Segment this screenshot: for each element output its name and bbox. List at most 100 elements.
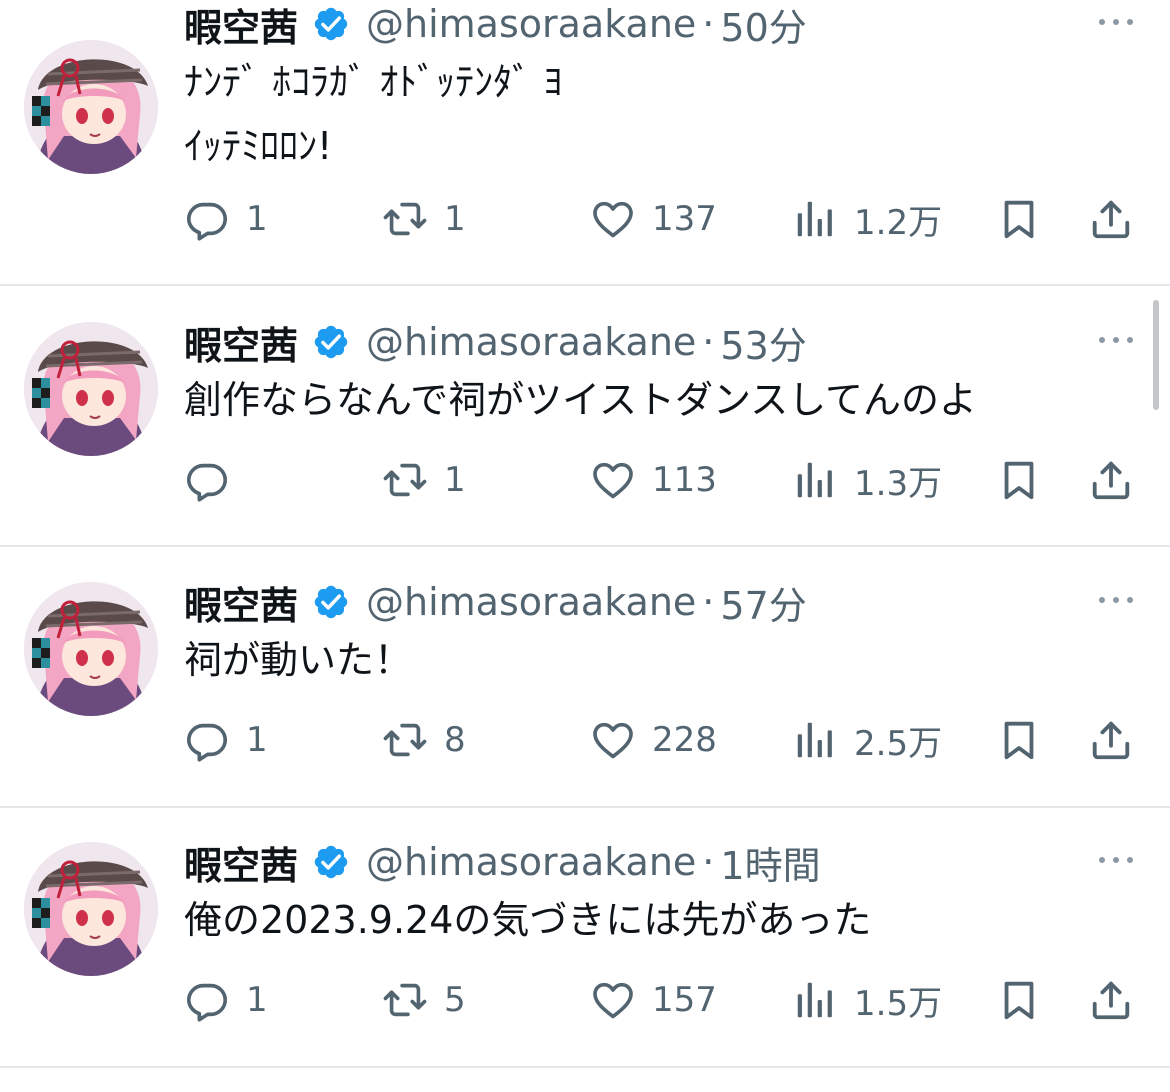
separator-dot: · <box>702 840 715 884</box>
avatar[interactable] <box>24 582 158 716</box>
views-button[interactable]: 1.2万 <box>792 193 942 245</box>
retweet-button[interactable]: 5 <box>382 974 466 1026</box>
bookmark-button[interactable] <box>996 454 1042 506</box>
view-count: 1.2万 <box>854 202 943 243</box>
share-icon <box>1092 721 1130 760</box>
reply-button[interactable]: 1 <box>184 714 268 766</box>
like-count: 113 <box>652 460 717 500</box>
reply-icon <box>186 202 228 241</box>
display-name[interactable]: 暇空茜 <box>184 835 298 890</box>
reply-icon <box>186 983 228 1022</box>
share-button[interactable] <box>1088 454 1134 506</box>
timestamp[interactable]: 53分 <box>720 315 806 370</box>
view-count: 1.3万 <box>854 463 943 504</box>
share-button[interactable] <box>1088 714 1134 766</box>
tweet-text-line: ｲｯﾃﾐﾛﾛﾝ! <box>184 124 333 168</box>
tweet[interactable]: 暇空茜 @himasoraakane · 53分 創作ならなんで祠がツイストダン… <box>0 318 1170 546</box>
more-icon[interactable] <box>1092 328 1140 352</box>
view-count: 1.5万 <box>854 983 943 1024</box>
retweet-icon <box>383 463 427 497</box>
reply-button[interactable] <box>184 454 246 506</box>
divider <box>0 545 1170 547</box>
views-icon <box>797 462 832 498</box>
bookmark-button[interactable] <box>996 714 1042 766</box>
share-button[interactable] <box>1088 193 1134 245</box>
separator-dot: · <box>702 580 715 624</box>
like-count: 157 <box>652 980 717 1020</box>
handle[interactable]: @himasoraakane <box>366 2 696 46</box>
like-count: 228 <box>652 720 717 760</box>
retweet-icon <box>383 202 427 236</box>
reply-button[interactable]: 1 <box>184 193 268 245</box>
tweet-text: 祠が動いた！ <box>184 628 412 692</box>
display-name[interactable]: 暇空茜 <box>184 315 298 370</box>
scrollbar[interactable] <box>1153 300 1159 410</box>
avatar[interactable] <box>24 322 158 456</box>
more-icon[interactable] <box>1092 848 1140 872</box>
timestamp[interactable]: 1時間 <box>720 835 820 890</box>
retweet-button[interactable]: 1 <box>382 454 466 506</box>
action-bar: 1 8 228 2.5万 <box>184 714 1144 766</box>
handle[interactable]: @himasoraakane <box>366 320 696 364</box>
bookmark-icon <box>1004 200 1034 239</box>
timestamp[interactable]: 57分 <box>720 575 806 630</box>
retweet-count: 1 <box>444 199 466 239</box>
retweet-button[interactable]: 8 <box>382 714 466 766</box>
verified-badge-icon <box>312 5 350 43</box>
avatar[interactable] <box>24 842 158 976</box>
tweet-text-line: 創作ならなんで祠がツイストダンスしてんのよ <box>184 378 978 422</box>
divider <box>0 806 1170 808</box>
like-icon <box>593 982 633 1019</box>
share-icon <box>1092 461 1130 500</box>
avatar[interactable] <box>24 40 158 174</box>
more-icon[interactable] <box>1092 10 1140 34</box>
action-bar: 1 5 157 1.5万 <box>184 974 1144 1026</box>
retweet-count: 5 <box>444 980 466 1020</box>
tweet-header: 暇空茜 @himasoraakane · 1時間 <box>184 838 821 888</box>
reply-count: 1 <box>246 980 268 1020</box>
like-button[interactable]: 113 <box>590 454 717 506</box>
divider <box>0 1066 1170 1068</box>
retweet-icon <box>383 983 427 1017</box>
bookmark-button[interactable] <box>996 193 1042 245</box>
handle[interactable]: @himasoraakane <box>366 580 696 624</box>
divider <box>0 284 1170 286</box>
bookmark-icon <box>1004 721 1034 760</box>
like-button[interactable]: 228 <box>590 714 717 766</box>
views-icon <box>797 982 832 1018</box>
tweet-text: 創作ならなんで祠がツイストダンスしてんのよ <box>184 368 977 432</box>
bookmark-icon <box>1004 461 1034 500</box>
bookmark-icon <box>1004 981 1034 1020</box>
separator-dot: · <box>702 2 715 46</box>
views-button[interactable]: 1.5万 <box>792 974 942 1026</box>
display-name[interactable]: 暇空茜 <box>184 0 298 52</box>
handle[interactable]: @himasoraakane <box>366 840 696 884</box>
like-icon <box>593 201 633 238</box>
reply-button[interactable]: 1 <box>184 974 268 1026</box>
like-count: 137 <box>652 199 717 239</box>
tweet[interactable]: 暇空茜 @himasoraakane · 1時間 俺の2023.9.24の気づき… <box>0 838 1170 1066</box>
tweet[interactable]: 暇空茜 @himasoraakane · 57分 祠が動いた！ 1 8 228 … <box>0 578 1170 806</box>
verified-badge-icon <box>312 843 350 881</box>
views-button[interactable]: 2.5万 <box>792 714 942 766</box>
action-bar: 1 1 137 1.2万 <box>184 193 1144 245</box>
reply-icon <box>186 723 228 762</box>
retweet-count: 1 <box>444 460 466 500</box>
reply-icon <box>186 463 228 502</box>
views-icon <box>797 201 832 237</box>
bookmark-button[interactable] <box>996 974 1042 1026</box>
display-name[interactable]: 暇空茜 <box>184 575 298 630</box>
like-button[interactable]: 157 <box>590 974 717 1026</box>
reply-count: 1 <box>246 199 268 239</box>
like-icon <box>593 462 633 499</box>
retweet-button[interactable]: 1 <box>382 193 466 245</box>
tweet[interactable]: 暇空茜 @himasoraakane · 50分 ﾅﾝﾃﾞ ﾎｺﾗｶﾞ ｵﾄﾞｯ… <box>0 0 1170 284</box>
timestamp[interactable]: 50分 <box>720 0 806 52</box>
share-button[interactable] <box>1088 974 1134 1026</box>
retweet-count: 8 <box>444 720 466 760</box>
more-icon[interactable] <box>1092 588 1140 612</box>
tweet-text: ﾅﾝﾃﾞ ﾎｺﾗｶﾞ ｵﾄﾞｯﾃﾝﾀﾞ ﾖ ｲｯﾃﾐﾛﾛﾝ! <box>184 50 562 178</box>
tweet-text-line: 祠が動いた！ <box>184 638 413 682</box>
views-button[interactable]: 1.3万 <box>792 454 942 506</box>
like-button[interactable]: 137 <box>590 193 717 245</box>
